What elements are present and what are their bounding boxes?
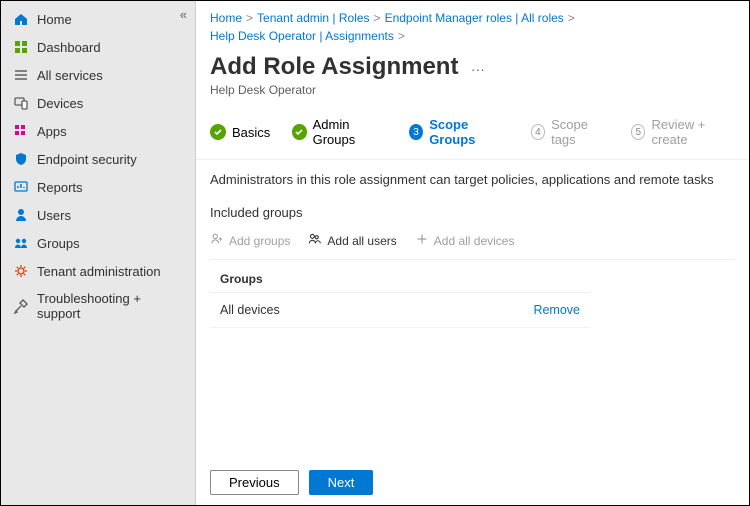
group-name: All devices: [220, 303, 280, 317]
tools-icon: [13, 298, 29, 314]
sidebar-item-users[interactable]: Users: [1, 201, 195, 229]
add-user-icon: [210, 232, 224, 249]
sidebar-item-endpoint-security[interactable]: Endpoint security: [1, 145, 195, 173]
groups-icon: [13, 235, 29, 251]
page-title: Add Role Assignment: [210, 53, 458, 81]
dashboard-icon: [13, 39, 29, 55]
page-subtitle: Help Desk Operator: [210, 83, 735, 97]
users-icon: [308, 232, 322, 249]
previous-button[interactable]: Previous: [210, 470, 299, 495]
cmd-label: Add all users: [327, 234, 396, 248]
step-indicator: [210, 124, 226, 140]
more-icon[interactable]: ···: [471, 61, 485, 77]
add-all-devices-button[interactable]: Add all devices: [415, 232, 515, 249]
breadcrumb-item[interactable]: Endpoint Manager roles | All roles: [385, 11, 564, 25]
chevron-right-icon: >: [398, 29, 405, 43]
step-label: Admin Groups: [313, 117, 387, 147]
step-scope-groups[interactable]: 3 Scope Groups: [409, 117, 509, 147]
step-admin-groups[interactable]: Admin Groups: [292, 117, 387, 147]
sidebar-item-label: Home: [37, 12, 72, 27]
sidebar-item-reports[interactable]: Reports: [1, 173, 195, 201]
sidebar-item-label: Endpoint security: [37, 152, 137, 167]
sidebar-item-all-services[interactable]: All services: [1, 61, 195, 89]
sidebar-item-label: Users: [37, 208, 71, 223]
chevron-right-icon: >: [246, 11, 253, 25]
step-label: Basics: [232, 125, 270, 140]
sidebar-item-label: Dashboard: [37, 40, 101, 55]
table-column-header: Groups: [210, 266, 590, 293]
step-label: Scope Groups: [429, 117, 508, 147]
tenant-icon: [13, 263, 29, 279]
sidebar-item-tenant-administration[interactable]: Tenant administration: [1, 257, 195, 285]
wizard-steps: Basics Admin Groups 3 Scope Groups 4 Scope ta…: [196, 109, 749, 160]
sidebar-item-label: Troubleshooting + support: [37, 291, 183, 321]
breadcrumb: Home > Tenant admin | Roles > Endpoint M…: [196, 1, 749, 49]
devices-icon: [13, 95, 29, 111]
breadcrumb-item[interactable]: Tenant admin | Roles: [257, 11, 370, 25]
remove-link[interactable]: Remove: [533, 303, 580, 317]
reports-icon: [13, 179, 29, 195]
step-indicator: 5: [631, 124, 646, 140]
step-indicator: 4: [531, 124, 545, 140]
cmd-label: Add all devices: [434, 234, 515, 248]
command-bar: Add groups Add all users Add all devices: [210, 228, 735, 260]
sidebar-item-label: Groups: [37, 236, 80, 251]
sidebar-item-devices[interactable]: Devices: [1, 89, 195, 117]
sidebar-item-label: Devices: [37, 96, 83, 111]
main: Home > Tenant admin | Roles > Endpoint M…: [196, 1, 749, 505]
sidebar: « Home Dashboard All services Devices Apps En…: [1, 1, 196, 505]
section-heading: Included groups: [210, 205, 735, 220]
cmd-label: Add groups: [229, 234, 290, 248]
step-indicator: [292, 124, 306, 140]
users-icon: [13, 207, 29, 223]
sidebar-item-label: Reports: [37, 180, 83, 195]
sidebar-item-label: Apps: [37, 124, 67, 139]
step-scope-tags: 4 Scope tags: [531, 117, 609, 147]
step-basics[interactable]: Basics: [210, 124, 270, 140]
sidebar-item-home[interactable]: Home: [1, 5, 195, 33]
step-indicator: 3: [409, 124, 423, 140]
step-review-create: 5 Review + create: [631, 117, 735, 147]
sidebar-item-groups[interactable]: Groups: [1, 229, 195, 257]
breadcrumb-item[interactable]: Home: [210, 11, 242, 25]
sidebar-item-troubleshooting-support[interactable]: Troubleshooting + support: [1, 285, 195, 327]
next-button[interactable]: Next: [309, 470, 374, 495]
table-row: All devices Remove: [210, 293, 590, 328]
shield-icon: [13, 151, 29, 167]
sidebar-item-dashboard[interactable]: Dashboard: [1, 33, 195, 61]
add-all-users-button[interactable]: Add all users: [308, 232, 396, 249]
allservices-icon: [13, 67, 29, 83]
sidebar-item-label: All services: [37, 68, 103, 83]
step-label: Review + create: [651, 117, 735, 147]
apps-icon: [13, 123, 29, 139]
description-text: Administrators in this role assignment c…: [210, 172, 735, 187]
home-icon: [13, 11, 29, 27]
sidebar-item-apps[interactable]: Apps: [1, 117, 195, 145]
chevron-right-icon: >: [374, 11, 381, 25]
sidebar-item-label: Tenant administration: [37, 264, 161, 279]
chevron-right-icon: >: [568, 11, 575, 25]
plus-icon: [415, 232, 429, 249]
step-label: Scope tags: [551, 117, 609, 147]
breadcrumb-item[interactable]: Help Desk Operator | Assignments: [210, 29, 394, 43]
add-groups-button[interactable]: Add groups: [210, 232, 290, 249]
collapse-icon[interactable]: «: [180, 7, 187, 22]
